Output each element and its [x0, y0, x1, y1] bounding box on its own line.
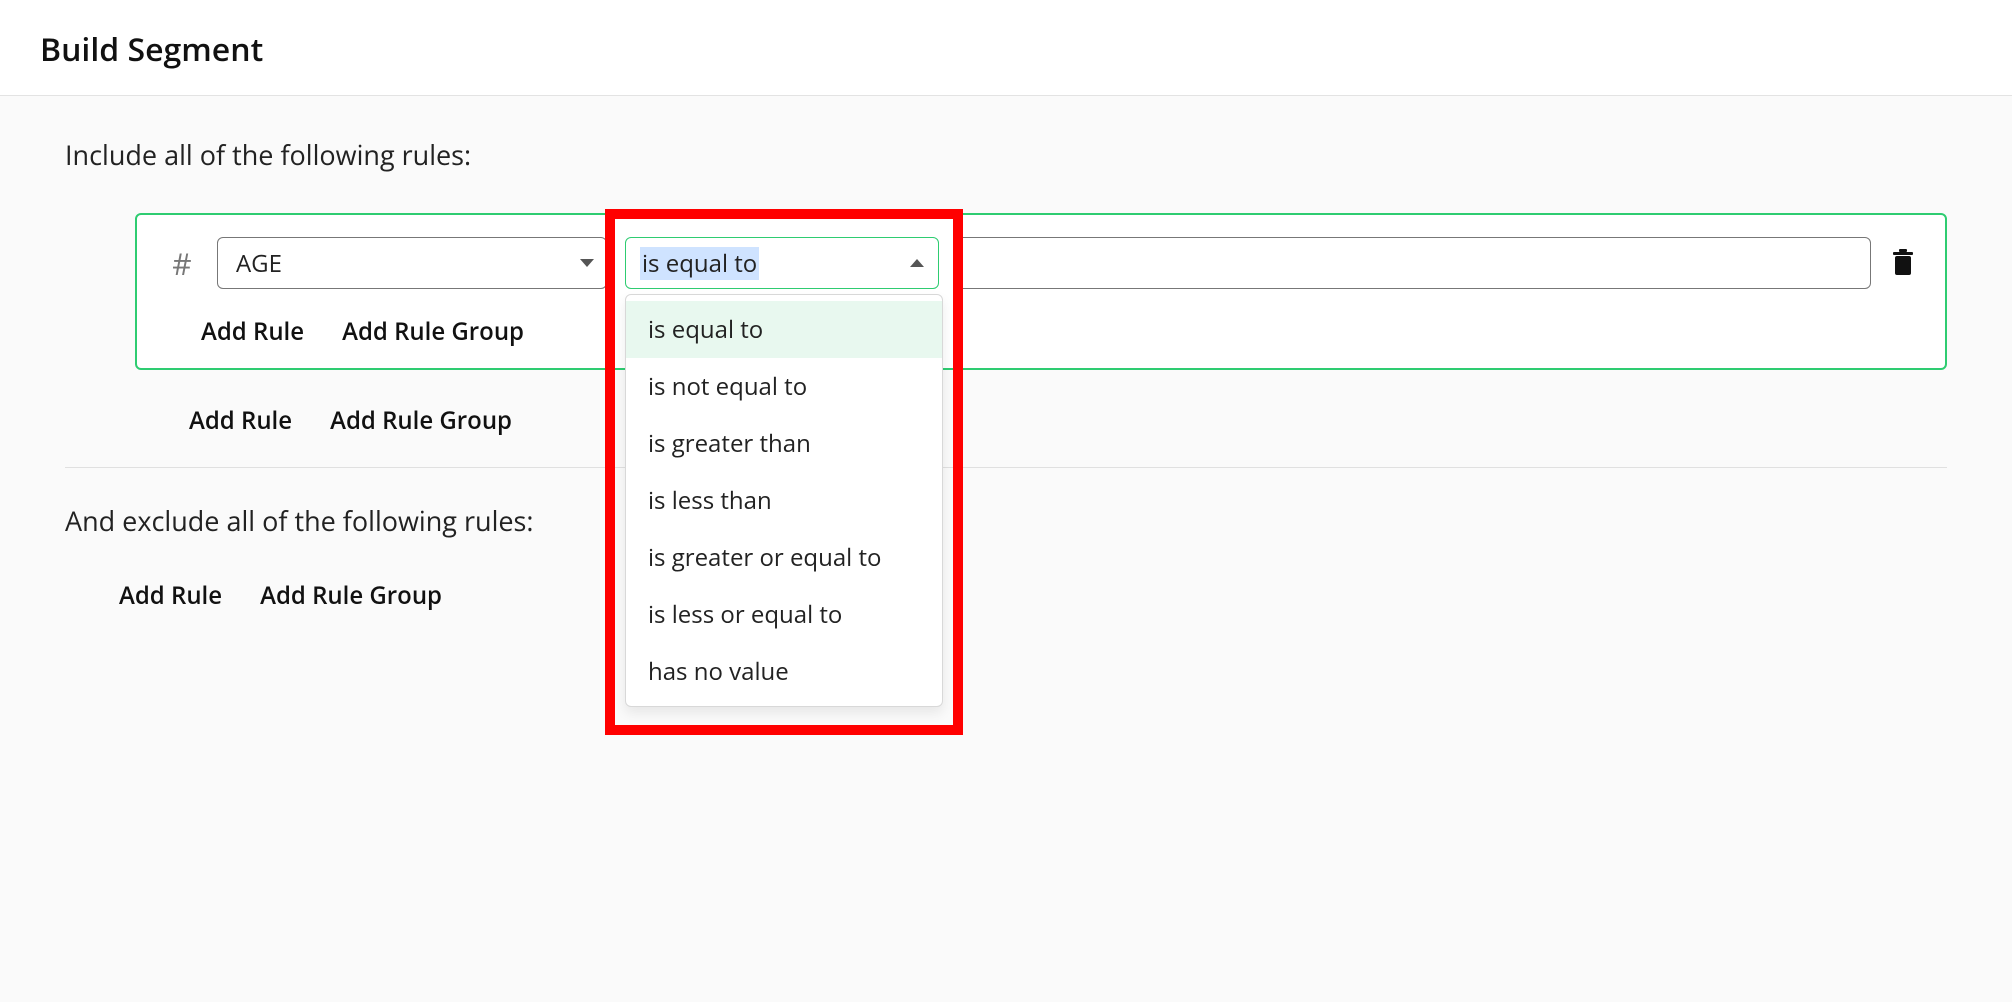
operator-option[interactable]: is equal to [626, 301, 942, 358]
include-section-title: Include all of the following rules: [65, 136, 1947, 173]
exclude-outer-actions: Add Rule Add Rule Group [65, 579, 1947, 612]
add-rule-button[interactable]: Add Rule [201, 315, 304, 348]
chevron-down-icon [580, 259, 594, 267]
field-select-value: AGE [236, 247, 282, 280]
operator-option[interactable]: is greater or equal to [626, 529, 942, 586]
chevron-up-icon [910, 259, 924, 267]
rule-row: # AGE is equal to is equal tois not equa… [165, 237, 1917, 289]
exclude-section-title: And exclude all of the following rules: [65, 502, 1947, 539]
operator-select[interactable]: is equal to is equal tois not equal tois… [625, 237, 939, 289]
rule-group-actions: Add Rule Add Rule Group [165, 315, 1917, 348]
segment-builder-content: Include all of the following rules: # AG… [0, 96, 2012, 1002]
delete-rule-button[interactable] [1889, 249, 1917, 277]
operator-option[interactable]: is less or equal to [626, 586, 942, 643]
operator-option[interactable]: has no value [626, 643, 942, 700]
operator-option[interactable]: is less than [626, 472, 942, 529]
page-header: Build Segment [0, 0, 2012, 96]
rule-group: # AGE is equal to is equal tois not equa… [135, 213, 1947, 370]
operator-select-value: is equal to [640, 247, 759, 280]
add-rule-group-button[interactable]: Add Rule Group [260, 579, 442, 612]
number-type-icon: # [165, 243, 199, 284]
section-divider [65, 467, 1947, 468]
page-title: Build Segment [40, 28, 1972, 71]
add-rule-group-button[interactable]: Add Rule Group [342, 315, 524, 348]
operator-option[interactable]: is greater than [626, 415, 942, 472]
field-select[interactable]: AGE [217, 237, 607, 289]
trash-icon [1891, 249, 1915, 277]
include-outer-actions: Add Rule Add Rule Group [135, 404, 1947, 437]
add-rule-group-button[interactable]: Add Rule Group [330, 404, 512, 437]
include-rules-area: # AGE is equal to is equal tois not equa… [65, 213, 1947, 437]
add-rule-button[interactable]: Add Rule [189, 404, 292, 437]
operator-option[interactable]: is not equal to [626, 358, 942, 415]
operator-dropdown[interactable]: is equal tois not equal tois greater tha… [625, 294, 943, 707]
value-input[interactable] [957, 237, 1871, 289]
add-rule-button[interactable]: Add Rule [119, 579, 222, 612]
